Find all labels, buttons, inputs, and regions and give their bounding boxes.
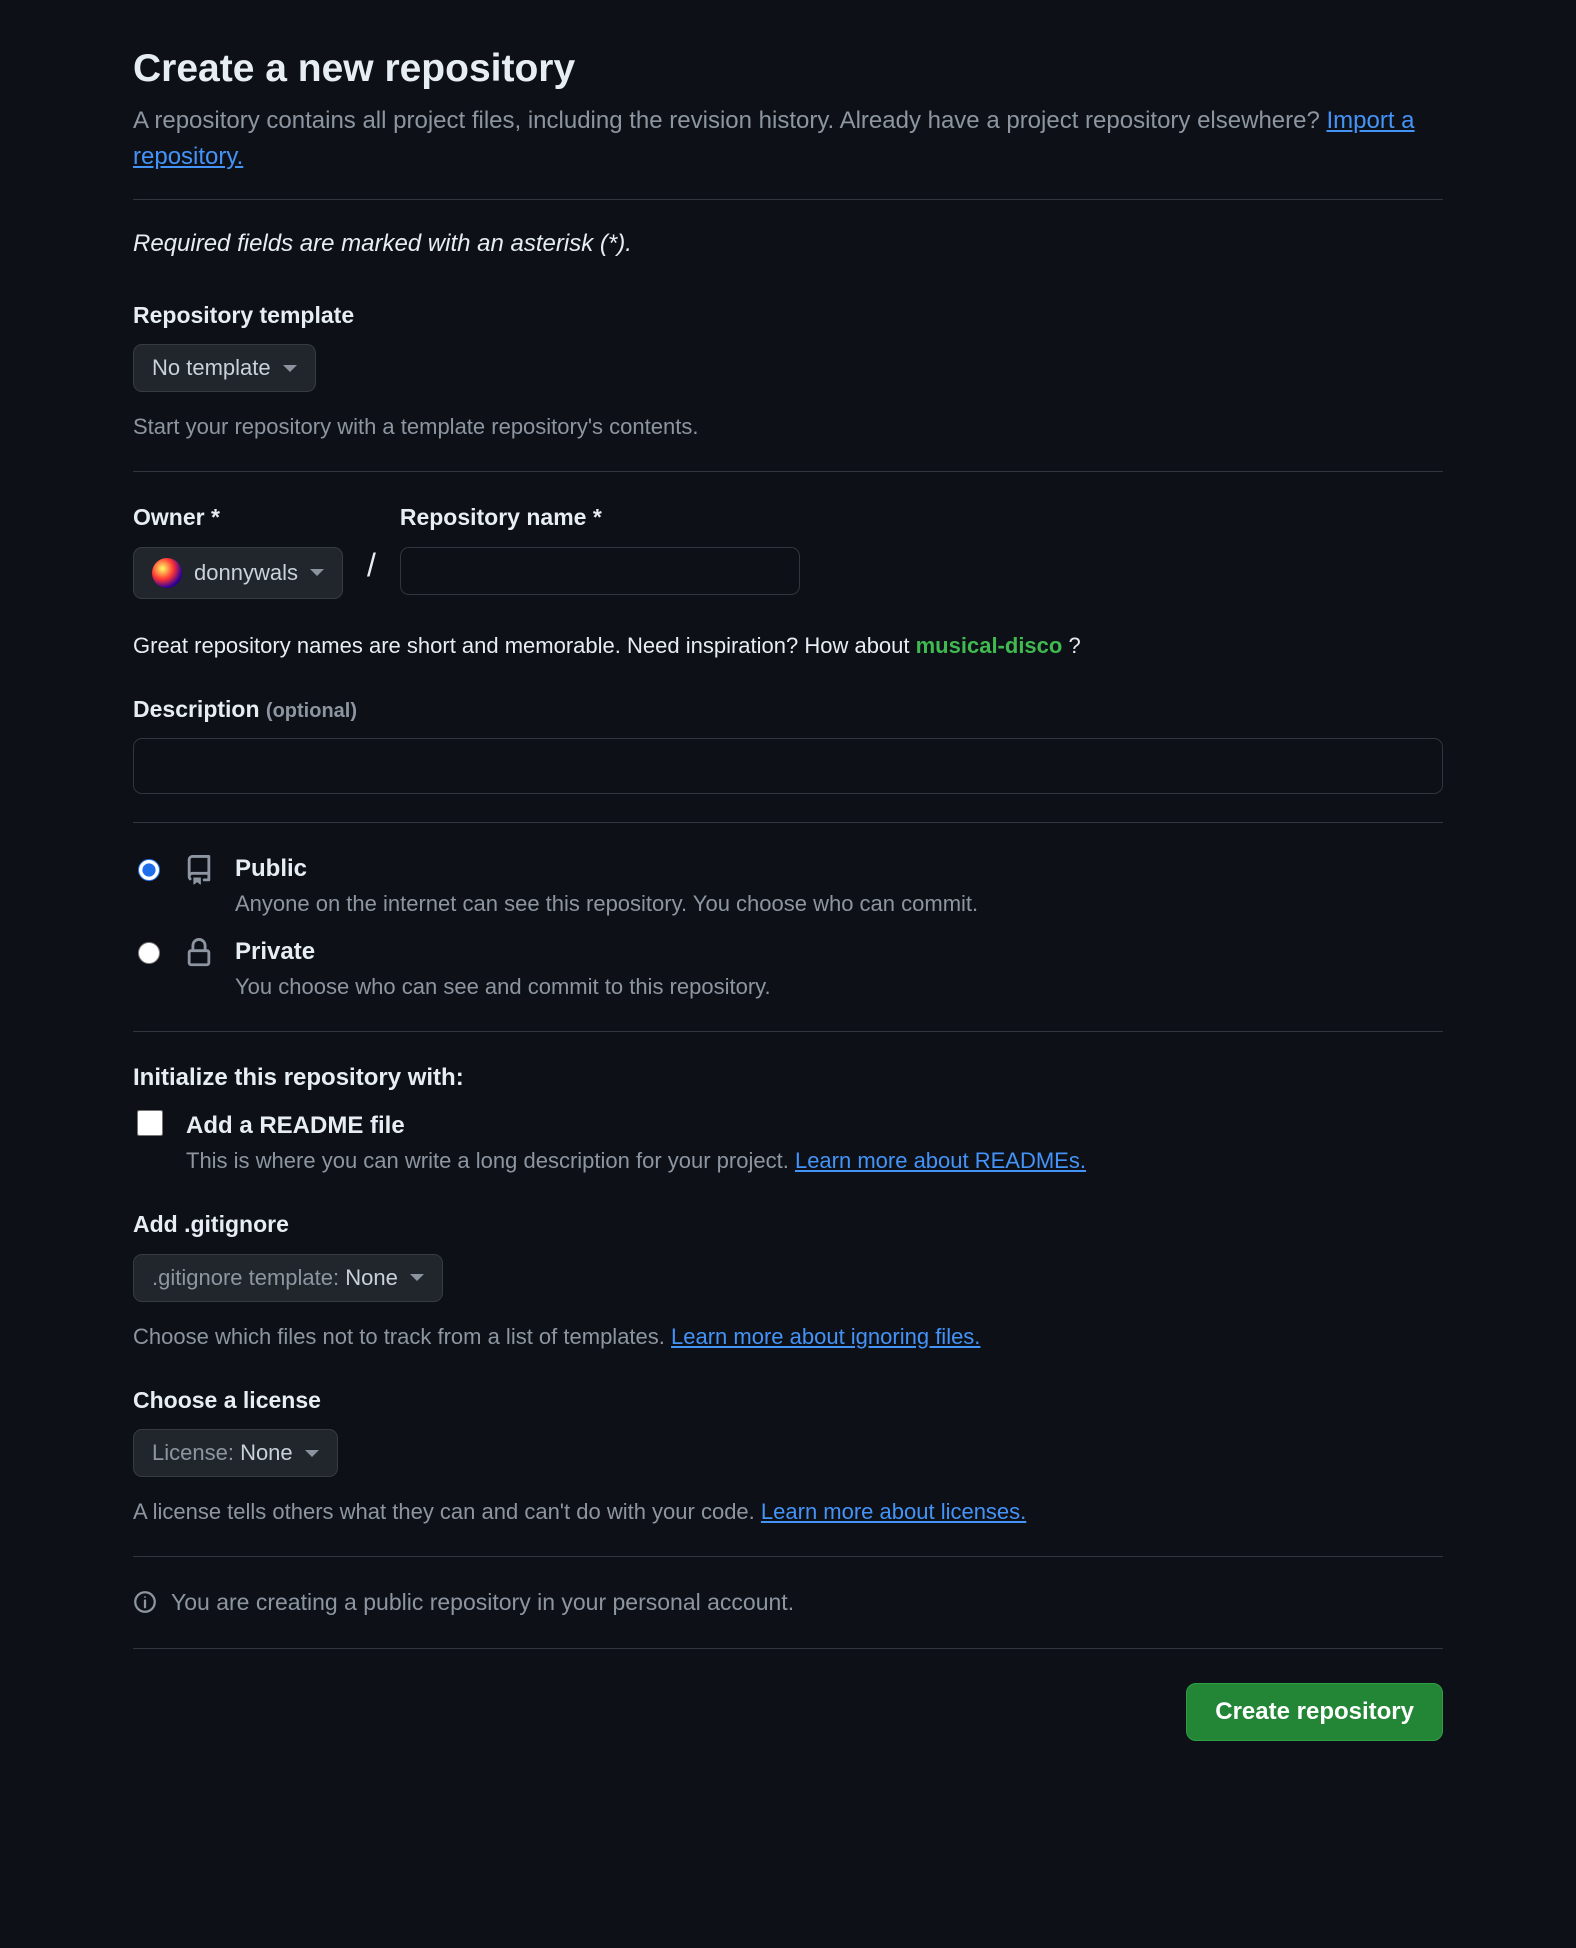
owner-label: Owner * (133, 500, 343, 535)
divider (133, 1648, 1443, 1649)
lock-icon (183, 938, 215, 968)
repo-icon (183, 855, 215, 885)
caret-down-icon (410, 1274, 424, 1281)
name-suggestion[interactable]: musical-disco (916, 633, 1063, 658)
divider (133, 822, 1443, 823)
license-hint: A license tells others what they can and… (133, 1495, 1443, 1528)
license-label: Choose a license (133, 1383, 1443, 1418)
owner-select[interactable]: donnywals (133, 547, 343, 599)
template-selected-value: No template (152, 355, 271, 381)
template-select[interactable]: No template (133, 344, 316, 392)
divider (133, 1031, 1443, 1032)
info-banner: You are creating a public repository in … (133, 1585, 1443, 1620)
readme-learn-more-link[interactable]: Learn more about READMEs. (795, 1148, 1086, 1173)
readme-checkbox[interactable] (137, 1110, 163, 1136)
info-icon (133, 1590, 157, 1614)
gitignore-selected-value: None (345, 1265, 398, 1290)
gitignore-prefix: .gitignore template: (152, 1265, 345, 1290)
gitignore-select[interactable]: .gitignore template: None (133, 1254, 443, 1302)
gitignore-hint: Choose which files not to track from a l… (133, 1320, 1443, 1353)
name-hint-suffix: ? (1068, 633, 1080, 658)
gitignore-learn-more-link[interactable]: Learn more about ignoring files. (671, 1324, 980, 1349)
page-subtitle: A repository contains all project files,… (133, 103, 1443, 175)
visibility-private-desc: You choose who can see and commit to thi… (235, 970, 771, 1003)
visibility-public-desc: Anyone on the internet can see this repo… (235, 887, 978, 920)
template-label: Repository template (133, 298, 1443, 333)
page-title: Create a new repository (133, 40, 1443, 99)
info-text: You are creating a public repository in … (171, 1585, 794, 1620)
repo-name-input[interactable] (400, 547, 800, 595)
divider (133, 471, 1443, 472)
license-select[interactable]: License: None (133, 1429, 338, 1477)
owner-selected-value: donnywals (194, 560, 298, 586)
caret-down-icon (283, 365, 297, 372)
readme-title: Add a README file (186, 1108, 1086, 1144)
create-repository-button[interactable]: Create repository (1186, 1683, 1443, 1741)
caret-down-icon (305, 1450, 319, 1457)
owner-avatar (152, 558, 182, 588)
subtitle-text: A repository contains all project files,… (133, 107, 1327, 134)
visibility-private-title: Private (235, 934, 771, 970)
license-learn-more-link[interactable]: Learn more about licenses. (761, 1499, 1026, 1524)
name-hint-row: Great repository names are short and mem… (133, 629, 1443, 662)
caret-down-icon (310, 569, 324, 576)
license-prefix: License: (152, 1440, 240, 1465)
visibility-public-title: Public (235, 851, 978, 887)
initialize-heading: Initialize this repository with: (133, 1060, 1443, 1096)
description-input[interactable] (133, 738, 1443, 794)
path-separator: / (367, 541, 376, 599)
template-hint: Start your repository with a template re… (133, 410, 1443, 443)
optional-tag: (optional) (266, 700, 357, 722)
name-hint-prefix: Great repository names are short and mem… (133, 633, 916, 658)
description-label: Description (optional) (133, 692, 1443, 727)
repo-name-label: Repository name * (400, 500, 800, 535)
readme-desc: This is where you can write a long descr… (186, 1144, 1086, 1177)
divider (133, 199, 1443, 200)
visibility-private-radio[interactable] (138, 942, 160, 964)
required-fields-note: Required fields are marked with an aster… (133, 226, 1443, 262)
divider (133, 1556, 1443, 1557)
gitignore-label: Add .gitignore (133, 1207, 1443, 1242)
visibility-public-radio[interactable] (138, 859, 160, 881)
license-selected-value: None (240, 1440, 293, 1465)
